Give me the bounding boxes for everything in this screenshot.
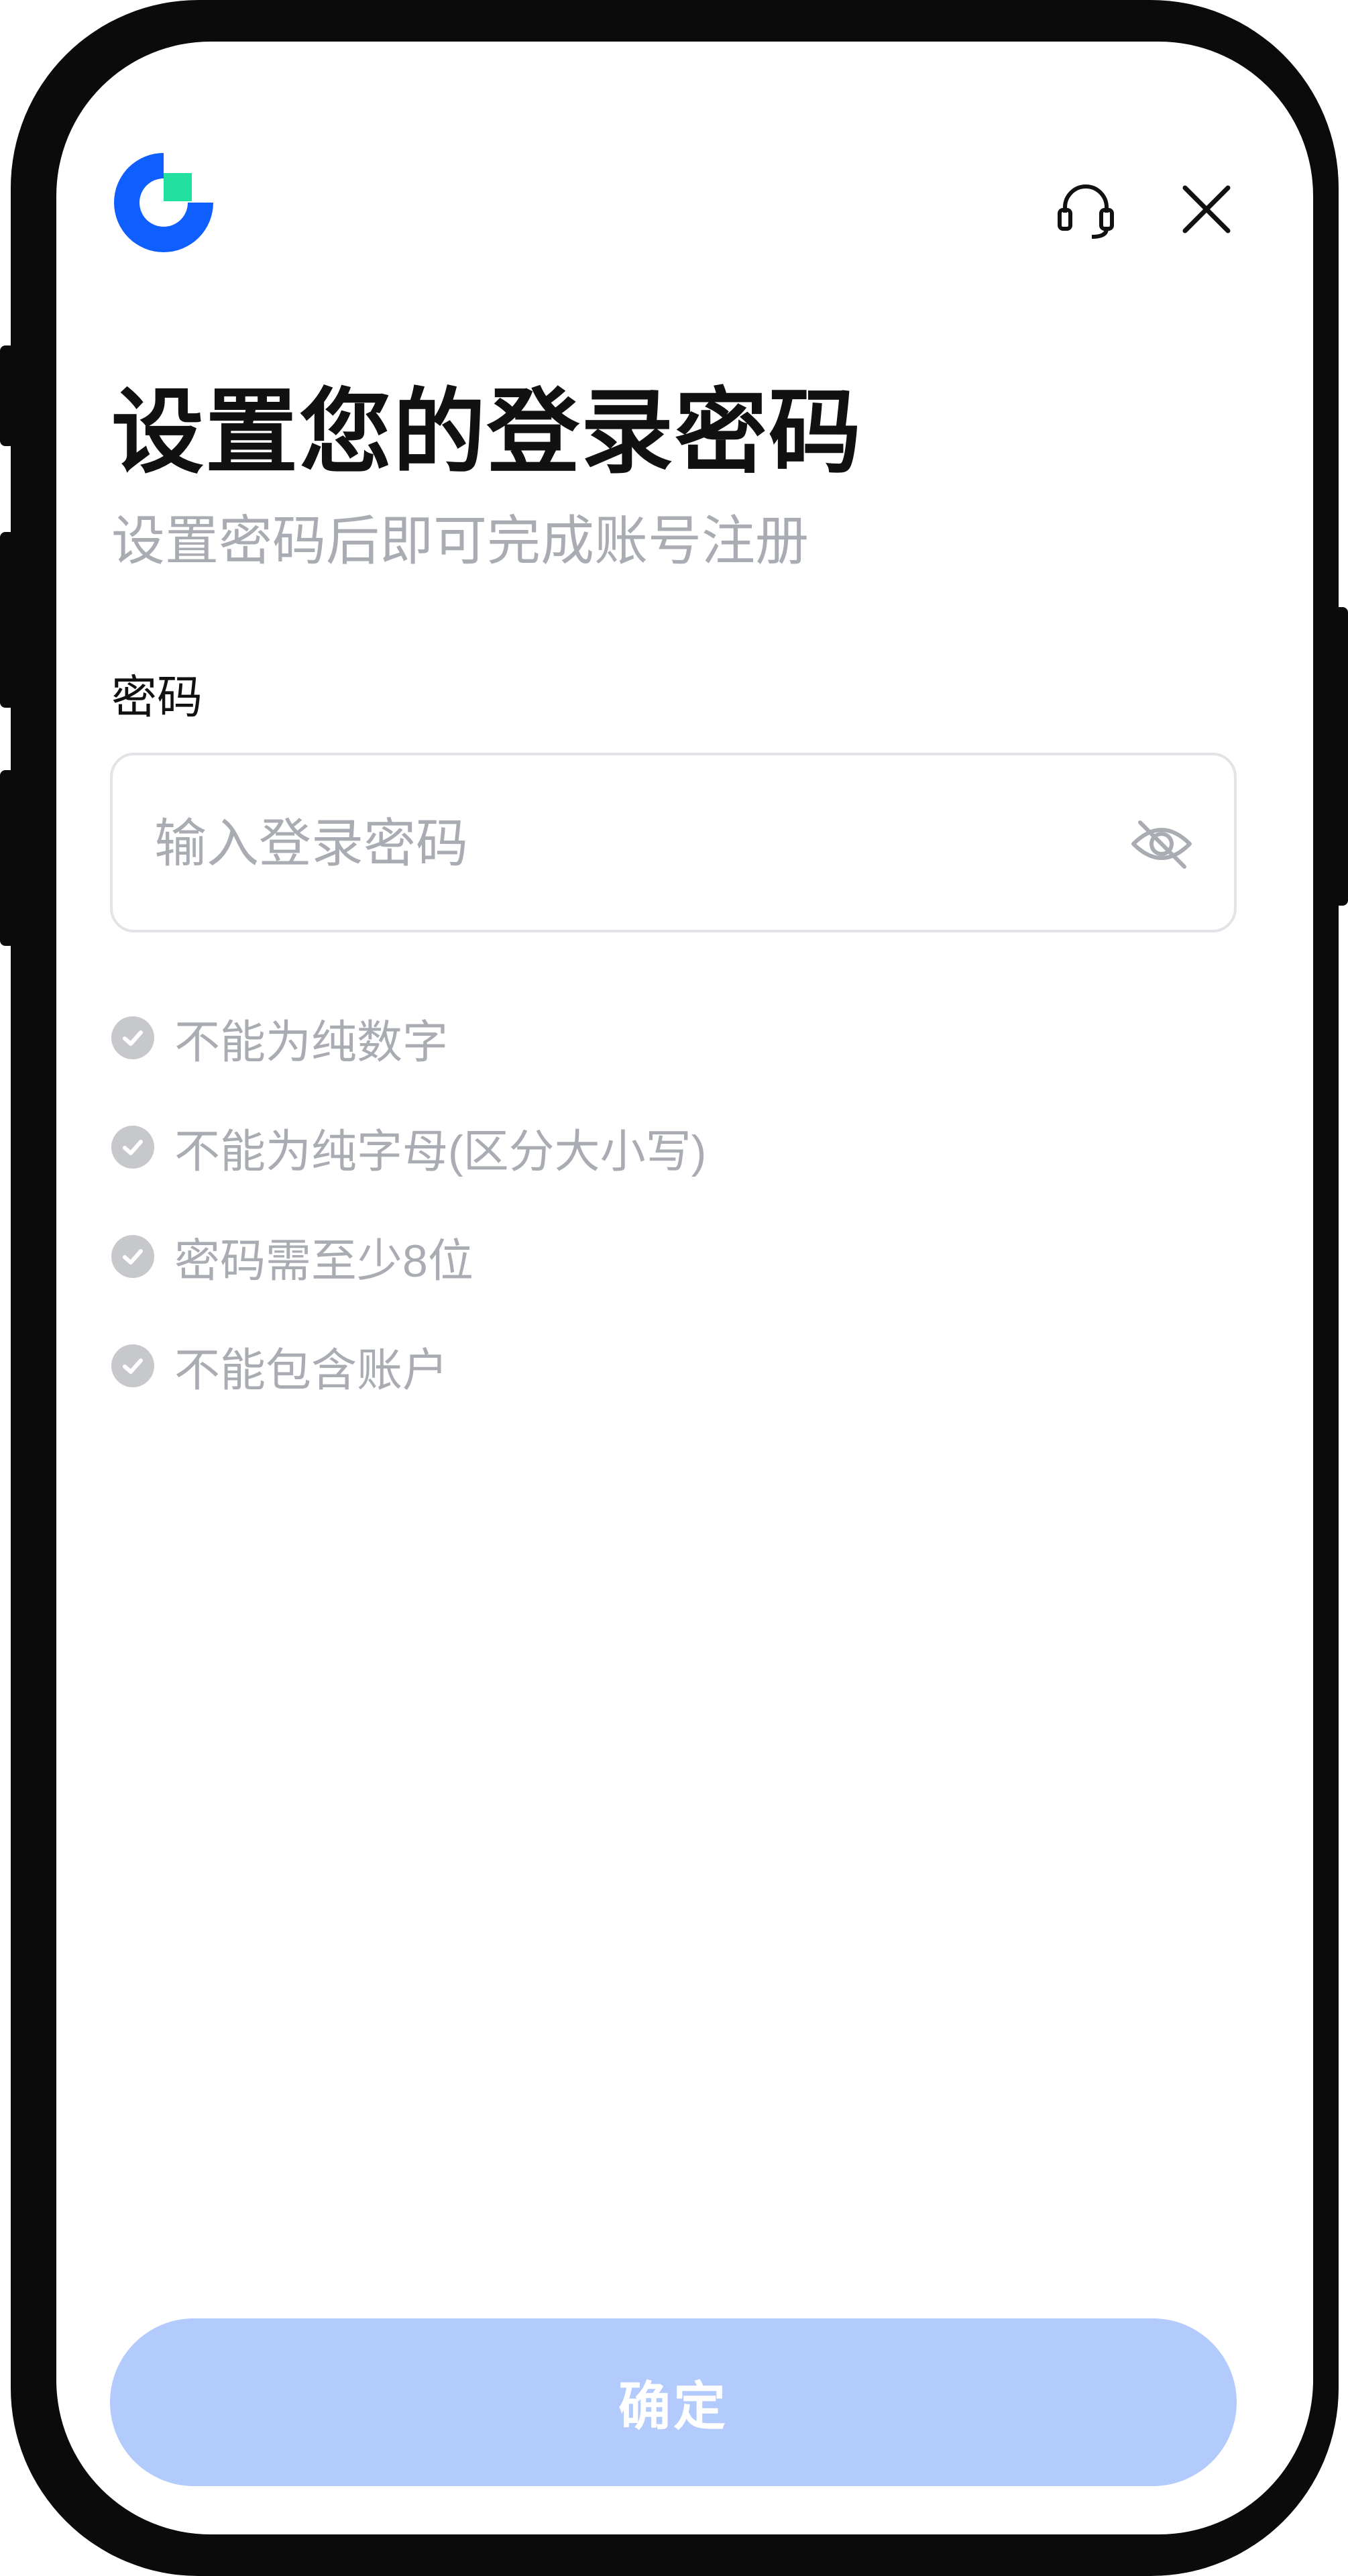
page-subtitle: 设置密码后即可完成账号注册	[111, 511, 809, 571]
password-rule: 密码需至少8位	[111, 1223, 1184, 1290]
password-rules-list: 不能为纯数字 不能为纯字母(区分大小写) 密码需至少8位 不能包含账户	[111, 1004, 1184, 1442]
rule-text: 密码需至少8位	[174, 1235, 473, 1287]
confirm-button[interactable]: 确定	[110, 2318, 1237, 2486]
phone-screen: 设置您的登录密码 设置密码后即可完成账号注册 密码 不能为纯数字 不能为纯字母(…	[56, 42, 1313, 2534]
password-rule: 不能包含账户	[111, 1332, 1184, 1399]
rule-text: 不能为纯字母(区分大小写)	[174, 1126, 707, 1177]
screen-canvas: 设置您的登录密码 设置密码后即可完成账号注册 密码 不能为纯数字 不能为纯字母(…	[0, 0, 1348, 2576]
check-circle-icon	[111, 1016, 154, 1059]
close-icon[interactable]	[1173, 176, 1240, 243]
eye-off-icon[interactable]	[1128, 810, 1195, 877]
password-input[interactable]	[153, 755, 1094, 931]
password-rule: 不能为纯字母(区分大小写)	[111, 1114, 1184, 1181]
headset-icon[interactable]	[1052, 176, 1119, 243]
check-circle-icon	[111, 1126, 154, 1169]
password-field[interactable]	[110, 753, 1237, 932]
check-circle-icon	[111, 1344, 154, 1387]
check-circle-icon	[111, 1235, 154, 1278]
phone-frame: 设置您的登录密码 设置密码后即可完成账号注册 密码 不能为纯数字 不能为纯字母(…	[11, 0, 1339, 2576]
rule-text: 不能为纯数字	[174, 1016, 449, 1068]
rule-text: 不能包含账户	[174, 1344, 449, 1396]
password-rule: 不能为纯数字	[111, 1004, 1184, 1071]
page-title: 设置您的登录密码	[111, 381, 863, 484]
password-label: 密码	[111, 672, 203, 723]
app-logo-icon	[110, 149, 217, 256]
